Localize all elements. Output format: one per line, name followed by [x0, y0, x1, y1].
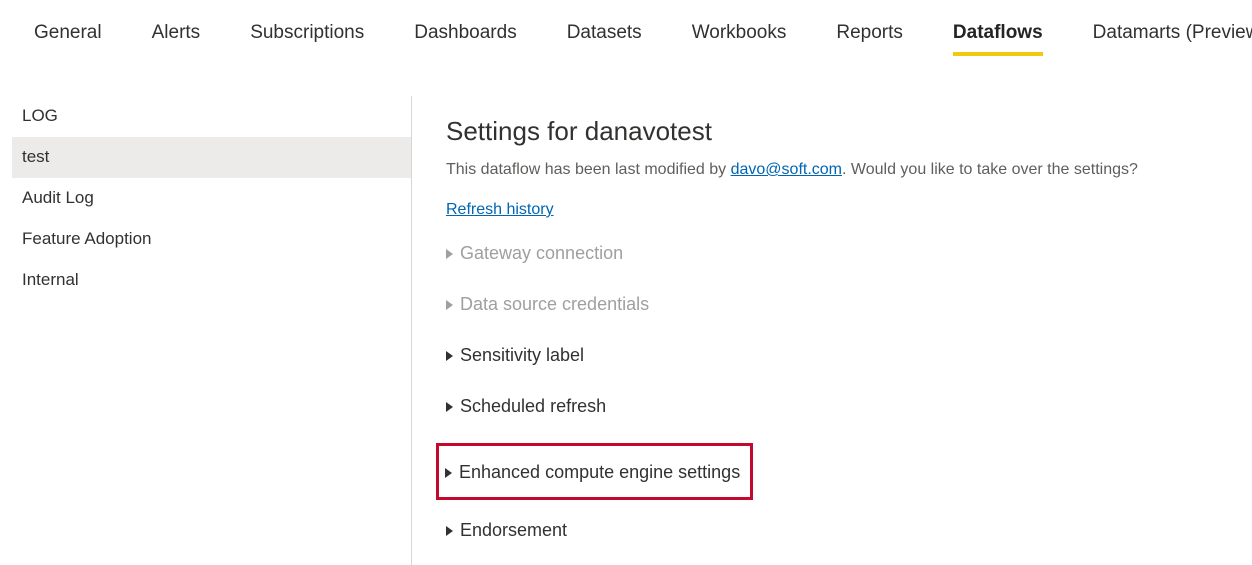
tab-reports[interactable]: Reports	[836, 22, 903, 52]
sidebar-item-internal[interactable]: Internal	[12, 260, 411, 301]
section-sensitivity-label[interactable]: Sensitivity label	[446, 345, 1252, 366]
caret-right-icon	[446, 526, 456, 536]
section-label: Sensitivity label	[460, 345, 584, 366]
section-label: Enhanced compute engine settings	[459, 462, 740, 483]
tab-datamarts-preview[interactable]: Datamarts (Preview)	[1093, 22, 1252, 52]
caret-right-icon	[446, 351, 456, 361]
section-endorsement[interactable]: Endorsement	[446, 520, 1252, 541]
caret-right-icon	[445, 468, 455, 478]
sidebar-item-audit-log[interactable]: Audit Log	[12, 178, 411, 219]
caret-right-icon	[446, 402, 456, 412]
sidebar-item-log[interactable]: LOG	[12, 96, 411, 137]
tab-workbooks[interactable]: Workbooks	[692, 22, 787, 52]
refresh-history-link[interactable]: Refresh history	[446, 201, 554, 219]
section-data-source-credentials[interactable]: Data source credentials	[446, 294, 1252, 315]
modified-by-text: This dataflow has been last modified by …	[446, 161, 1252, 179]
section-enhanced-compute-engine[interactable]: Enhanced compute engine settings	[445, 462, 740, 483]
sidebar-item-feature-adoption[interactable]: Feature Adoption	[12, 219, 411, 260]
subtext-suffix: . Would you like to take over the settin…	[842, 161, 1138, 178]
section-label: Endorsement	[460, 520, 567, 541]
highlight-annotation: Enhanced compute engine settings	[436, 443, 753, 500]
section-gateway-connection[interactable]: Gateway connection	[446, 243, 1252, 264]
modified-by-email-link[interactable]: davo@soft.com	[731, 161, 842, 178]
section-label: Gateway connection	[460, 243, 623, 264]
caret-right-icon	[446, 249, 456, 259]
sidebar: LOG test Audit Log Feature Adoption Inte…	[0, 96, 412, 565]
section-label: Scheduled refresh	[460, 396, 606, 417]
tab-alerts[interactable]: Alerts	[152, 22, 201, 52]
top-tabs: General Alerts Subscriptions Dashboards …	[0, 0, 1252, 56]
sidebar-item-test[interactable]: test	[12, 137, 411, 178]
main-panel: Settings for danavotest This dataflow ha…	[412, 96, 1252, 565]
tab-datasets[interactable]: Datasets	[567, 22, 642, 52]
page-title: Settings for danavotest	[446, 116, 1252, 147]
tab-dataflows[interactable]: Dataflows	[953, 22, 1043, 56]
tab-dashboards[interactable]: Dashboards	[414, 22, 516, 52]
content-area: LOG test Audit Log Feature Adoption Inte…	[0, 96, 1252, 565]
section-label: Data source credentials	[460, 294, 649, 315]
subtext-prefix: This dataflow has been last modified by	[446, 161, 731, 178]
section-scheduled-refresh[interactable]: Scheduled refresh	[446, 396, 1252, 417]
tab-general[interactable]: General	[34, 22, 102, 52]
tab-subscriptions[interactable]: Subscriptions	[250, 22, 364, 52]
caret-right-icon	[446, 300, 456, 310]
